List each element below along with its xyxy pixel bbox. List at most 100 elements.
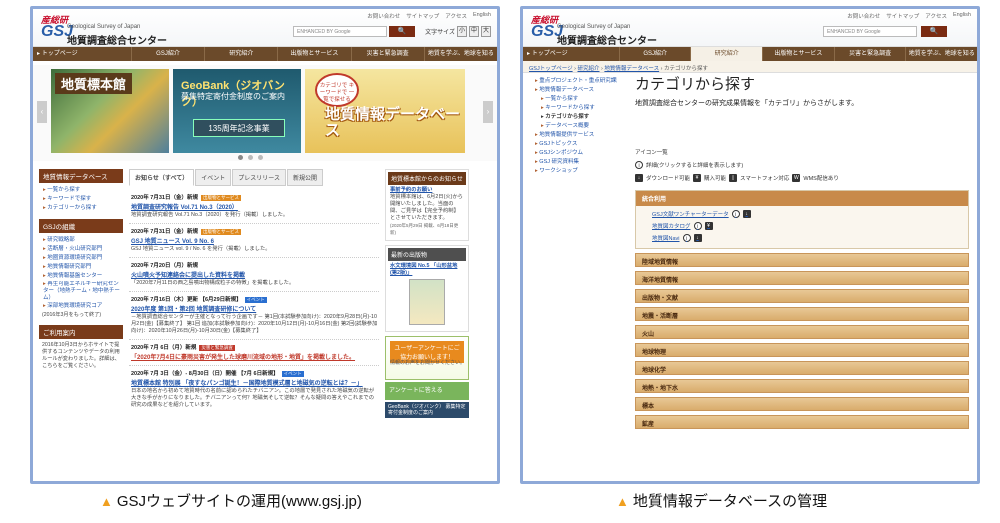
sidebar-item[interactable]: キーワードから探す [535, 104, 617, 113]
sidebar-item[interactable]: 地質情報データベース [535, 86, 617, 95]
integrated-use-item[interactable]: 地質図カタログ i ¥ [636, 218, 968, 230]
tab-events[interactable]: イベント [195, 169, 232, 186]
category-bar[interactable]: 地球化学 [635, 361, 969, 375]
sidebar-item[interactable]: GSJシンポジウム [535, 149, 617, 158]
caption-right: ▲ 地質情報データベースの管理 [616, 490, 827, 511]
category-bar[interactable]: 出版物・文献 [635, 289, 969, 303]
nav-learn[interactable]: 地質を学ぶ、地球を知る [423, 47, 497, 61]
banner-museum[interactable]: 地質標本館 [51, 69, 169, 153]
sidebar-item[interactable]: 地質情報提供サービス [535, 131, 617, 140]
category-bar[interactable]: 地震・活断層 [635, 307, 969, 321]
search-input[interactable]: ENHANCED BY Google [293, 26, 387, 37]
nav-disaster[interactable]: 災害と緊急調査 [350, 47, 424, 61]
db-link[interactable]: カテゴリーから探す [43, 204, 123, 213]
category-bar[interactable]: 火山 [635, 325, 969, 339]
integrated-use-item[interactable]: 地質図Navi i ↓ [636, 230, 968, 242]
org-link[interactable]: 研究戦略部 [43, 236, 123, 245]
breadcrumb-item[interactable]: 地質情報データベース [604, 66, 659, 72]
carousel-dot[interactable] [248, 155, 253, 160]
nav-learn[interactable]: 地質を学ぶ、地球を知る [905, 47, 977, 61]
breadcrumb-item[interactable]: 研究紹介 [577, 66, 599, 72]
latest-pub-link[interactable]: 水文環境図 No.5 「山形盆地(第2版)」 [390, 263, 464, 277]
caption-left: ▲ GSJウェブサイトの運用(www.gsj.jp) [100, 490, 362, 511]
banner-geobank[interactable]: GeoBank（ジオバンク） 募集特定寄付金制度のご案内 135周年記念事業 [173, 69, 301, 153]
nav-publications[interactable]: 出版物とサービス [762, 47, 834, 61]
nav-about[interactable]: GSJ紹介 [130, 47, 204, 61]
org-note: (2016年3月をもって終了) [42, 312, 102, 318]
news-title[interactable]: 地質標本館 特別展 「夜すなパンゴ誕生！－国際地質模式層と地磁気の逆転とは？－」 [131, 378, 379, 387]
sidebar-item[interactable]: 重点プロジェクト・重点研究課題 [535, 77, 617, 86]
reservation-link[interactable]: 事前予約のお願い [390, 187, 464, 194]
carousel-next-button[interactable]: › [483, 101, 493, 123]
category-bar[interactable]: 海洋地質情報 [635, 271, 969, 285]
access-link[interactable]: アクセス [925, 12, 947, 20]
news-title[interactable]: 2020年度 第1回・第2回 地質調査研修について [131, 304, 379, 313]
font-size-medium-button[interactable]: 中 [469, 26, 479, 37]
contact-link[interactable]: お問い合わせ [367, 12, 400, 20]
org-link[interactable]: 地質情報基盤センター [43, 272, 123, 281]
sidebar-item[interactable]: GSJ 研究資料集 [535, 158, 617, 167]
nav-research[interactable]: 研究紹介 [690, 47, 763, 61]
org-link[interactable]: 地圏資源環境研究部門 [43, 254, 123, 263]
db-link[interactable]: 一覧から探す [43, 186, 123, 195]
map-thumbnail[interactable] [409, 279, 445, 325]
gsj-logo[interactable]: 産総研 GSJ Geological Survey of Japan 地質調査総… [41, 13, 167, 47]
banner-museum-title: 地質標本館 [55, 73, 133, 94]
english-link[interactable]: English [473, 12, 491, 20]
info-icon[interactable]: i [693, 222, 702, 230]
breadcrumb-item[interactable]: GSJトップページ [529, 66, 573, 72]
category-bar[interactable]: 地球物理 [635, 343, 969, 357]
tab-new[interactable]: 新規公開 [286, 169, 323, 186]
sidebar-item[interactable]: GSJトピックス [535, 140, 617, 149]
tab-all[interactable]: お知らせ（すべて） [129, 169, 195, 186]
nav-disaster[interactable]: 災害と緊急調査 [833, 47, 906, 61]
survey-answer-button[interactable]: アンケートに答える [385, 382, 469, 400]
banner-database[interactable]: カテゴリで キーワードで 一覧で探せる 地質情報データベース [305, 69, 465, 153]
contact-link[interactable]: お問い合わせ [847, 12, 880, 20]
gsj-logo[interactable]: 産総研 GSJ Geological Survey of Japan 地質調査総… [531, 13, 657, 47]
category-bar[interactable]: 地熱・地下水 [635, 379, 969, 393]
category-bar[interactable]: 鉱産 [635, 415, 969, 429]
category-bar[interactable]: 陸域地質情報 [635, 253, 969, 267]
info-icon[interactable]: i [682, 234, 691, 242]
carousel-dot[interactable] [258, 155, 263, 160]
carousel-prev-button[interactable]: ‹ [37, 101, 47, 123]
nav-research[interactable]: 研究紹介 [204, 47, 277, 61]
site-header: 産総研 GSJ Geological Survey of Japan 地質調査総… [523, 9, 977, 47]
search-button[interactable]: 🔍 [389, 26, 415, 37]
font-size-small-button[interactable]: 小 [457, 26, 467, 37]
org-link[interactable]: 地質情報研究部門 [43, 263, 123, 272]
tab-press[interactable]: プレスリリース [232, 169, 286, 186]
org-link[interactable]: 深部地質環境研究コア [43, 302, 123, 311]
integrated-use-item[interactable]: GSJ文献ワンチャーターデータ i ↓ [636, 206, 968, 218]
sidebar-item-current[interactable]: カテゴリから探す [535, 113, 617, 122]
sidebar-item[interactable]: 一覧から探す [535, 95, 617, 104]
news-title[interactable]: 火山噴火予知連絡会に提出した資料を掲載 [131, 270, 379, 279]
org-link[interactable]: 活断層・火山研究部門 [43, 245, 123, 254]
nav-publications[interactable]: 出版物とサービス [277, 47, 350, 61]
sitemap-link[interactable]: サイトマップ [406, 12, 439, 20]
sidebar-item[interactable]: ワークショップ [535, 167, 617, 176]
news-title[interactable]: 地質調査研究報告 Vol.71 No.3（2020） [131, 202, 379, 211]
sidebar-item[interactable]: データベース概要 [535, 122, 617, 131]
category-bar[interactable]: 標本 [635, 397, 969, 411]
nav-about[interactable]: GSJ紹介 [618, 47, 691, 61]
english-link[interactable]: English [953, 12, 971, 20]
news-desc: 日本の地名から初めて地質時代の名前に認められたチバニアン。この地層で発見された地… [131, 388, 375, 408]
db-link[interactable]: キーワードで探す [43, 195, 123, 204]
access-link[interactable]: アクセス [445, 12, 467, 20]
carousel-dot[interactable] [238, 155, 243, 160]
search-button[interactable]: 🔍 [921, 26, 947, 37]
news-title[interactable]: 「2020年7月4日に豪雨災害が発生した球磨川流域の地形・地質」を掲載しました。 [131, 352, 379, 361]
font-size-large-button[interactable]: 大 [481, 26, 491, 37]
download-icon: ↓ [693, 234, 702, 242]
org-link[interactable]: 再生可能エネルギー研究センター（地熱チーム・地中熱チーム） [43, 281, 123, 302]
nav-home[interactable]: ▸ トップページ [33, 47, 131, 61]
geobank-banner[interactable]: GeoBank（ジオバンク） 募集特定寄付金制度のご案内 [385, 402, 469, 418]
survey-banner[interactable]: ユーザーアンケートにご協力お願いします！ 情報のお声をお聞かせください。 [385, 336, 469, 380]
search-input[interactable]: ENHANCED BY Google [823, 26, 917, 37]
nav-home[interactable]: ▸ トップページ [523, 47, 619, 61]
sitemap-link[interactable]: サイトマップ [886, 12, 919, 20]
news-title[interactable]: GSJ 地質ニュース Vol. 9 No. 6 [131, 236, 379, 245]
info-icon[interactable]: i [731, 210, 740, 218]
